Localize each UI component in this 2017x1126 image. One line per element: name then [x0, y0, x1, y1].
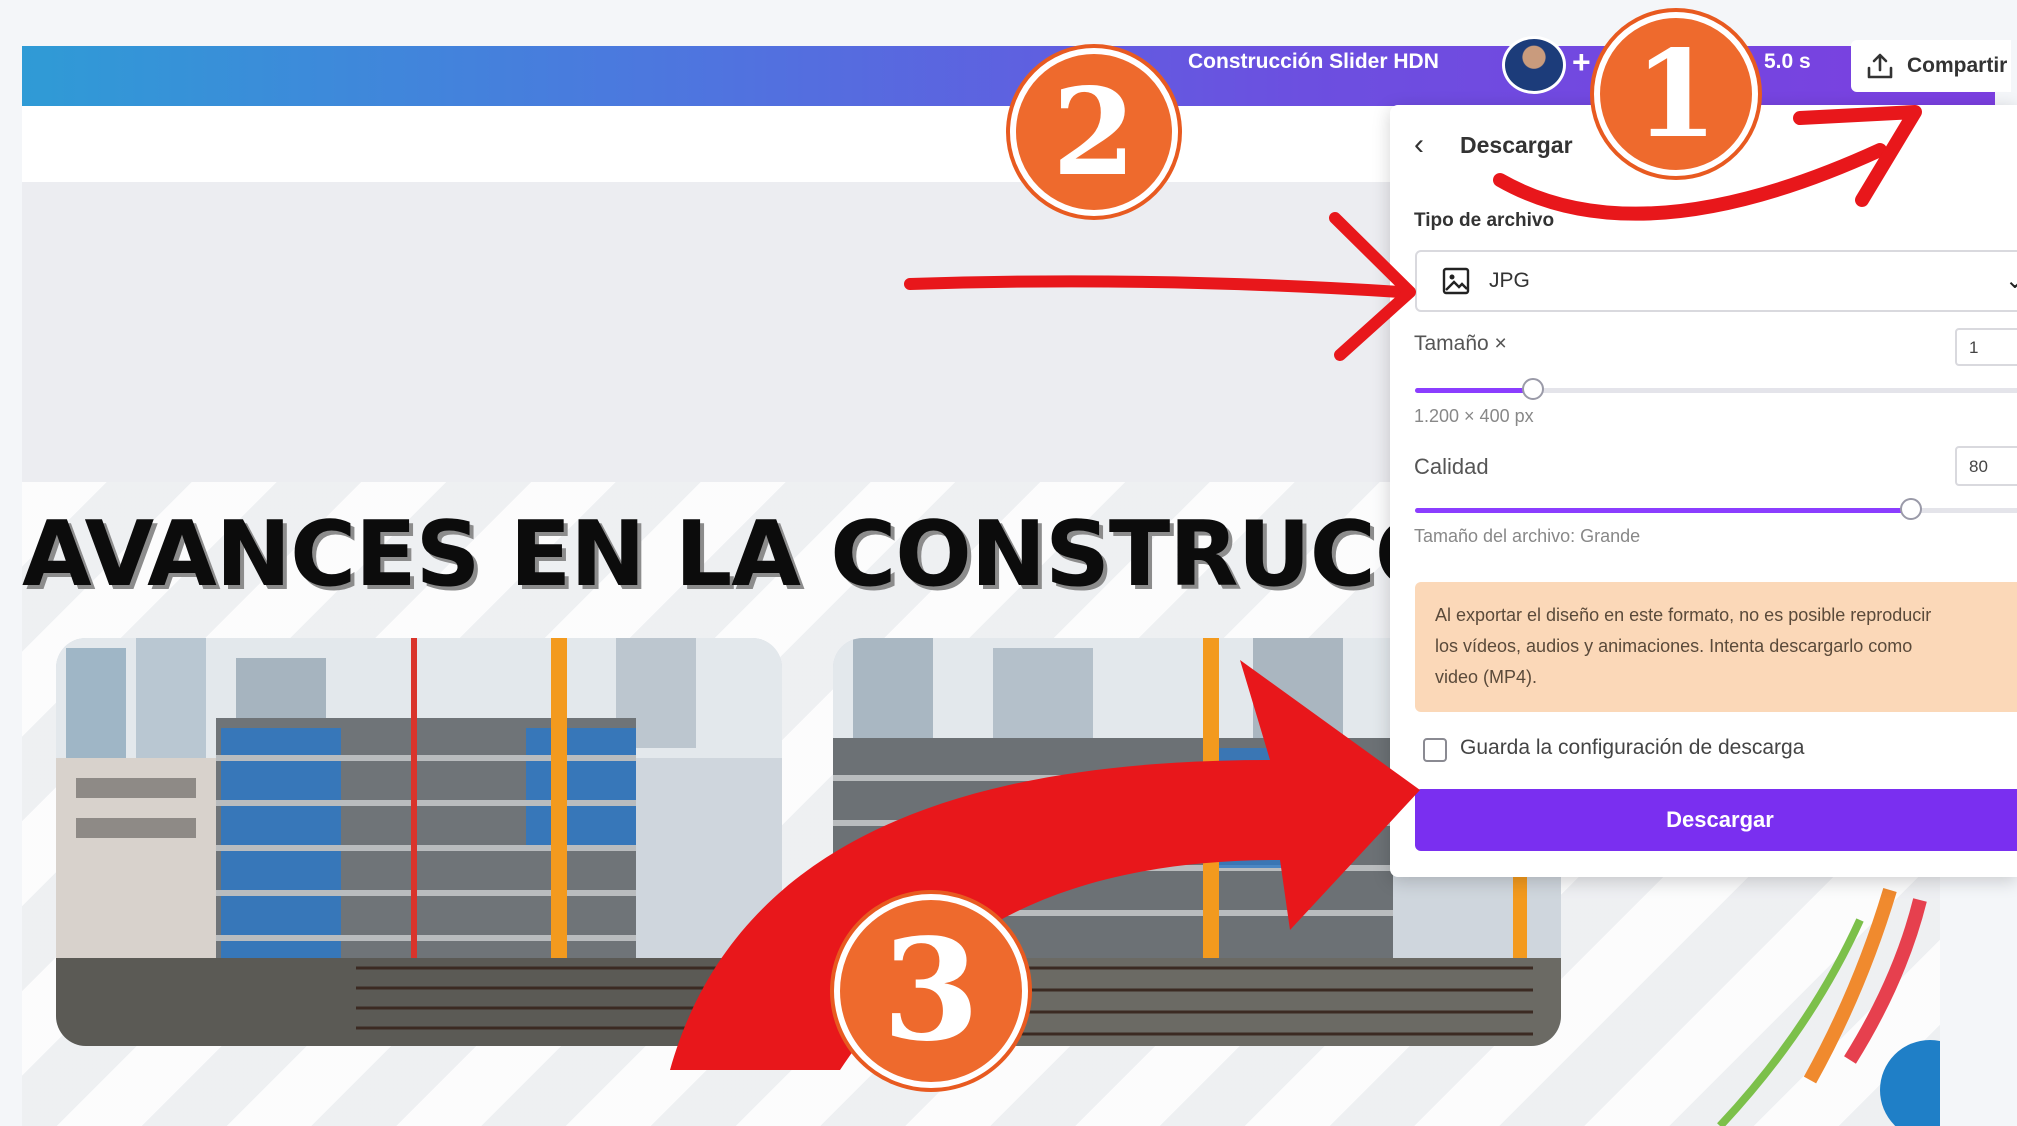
step-badge-1: 1 [1594, 12, 1758, 176]
step-badge-3: 3 [834, 894, 1028, 1088]
arrow-3 [670, 660, 1420, 1070]
arrow-2 [904, 275, 1406, 298]
step-badge-2: 2 [1010, 48, 1178, 216]
